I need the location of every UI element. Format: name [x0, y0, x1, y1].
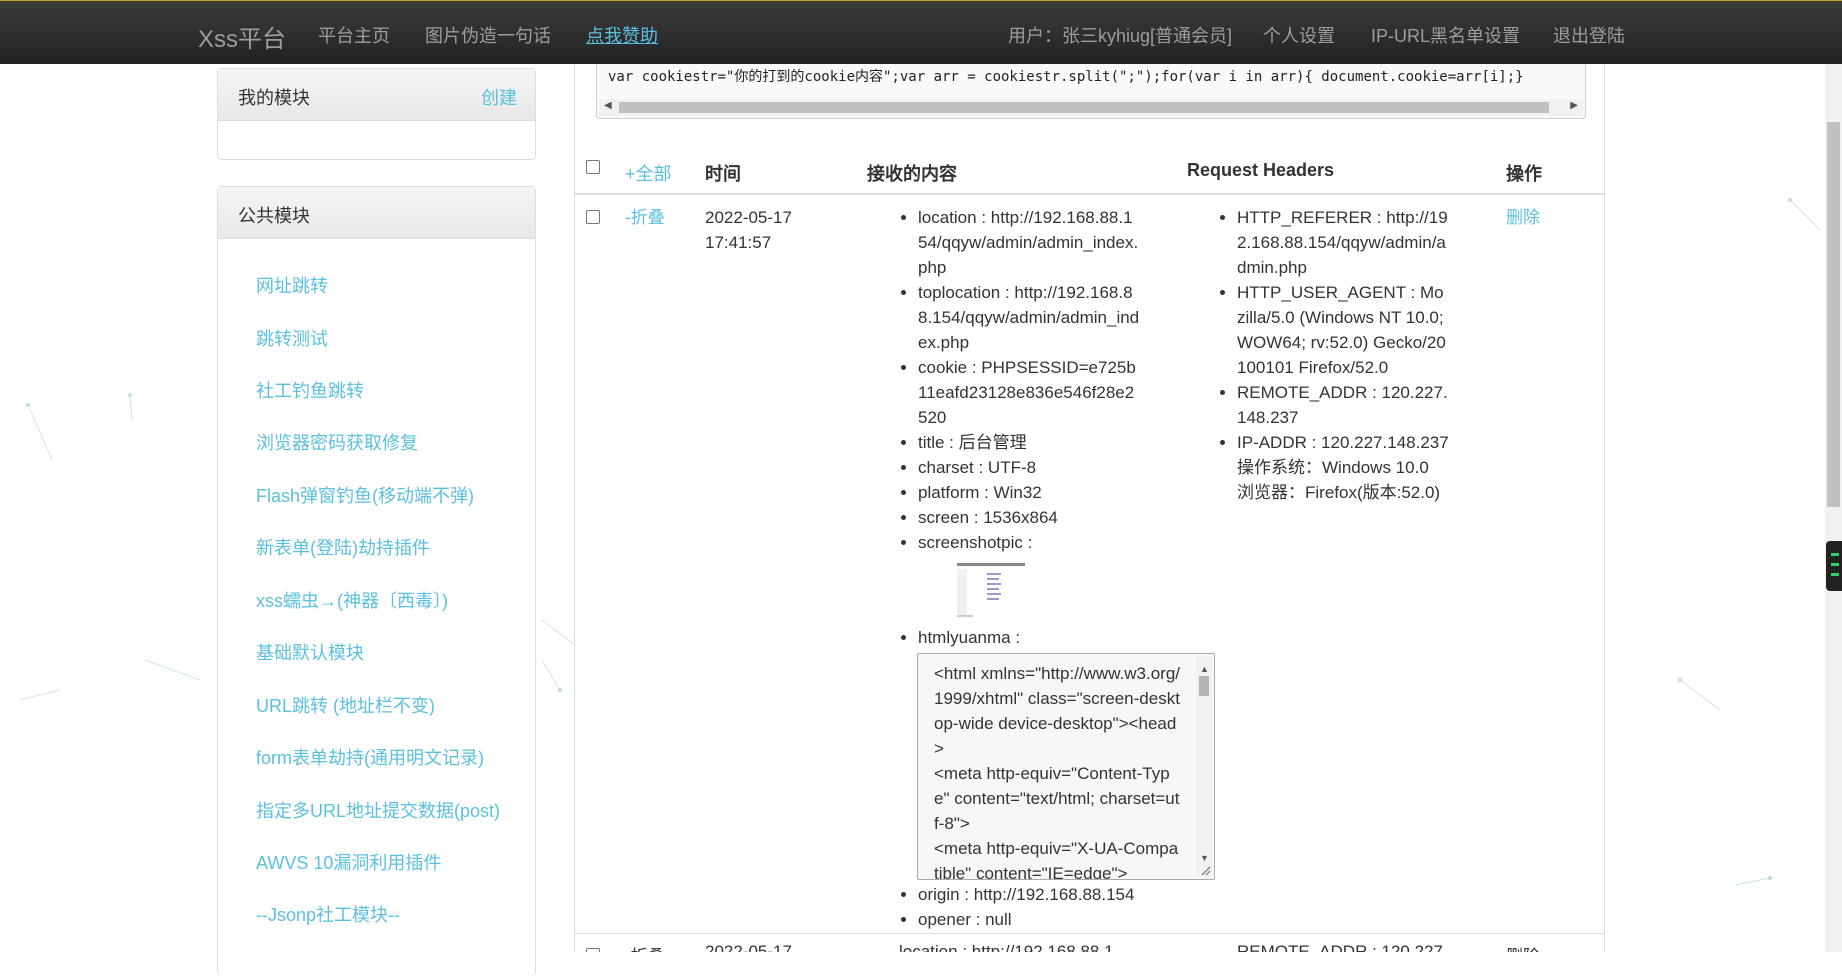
column-header-time: 时间 [705, 164, 741, 184]
content-item: charset : UTF-8 [918, 455, 1141, 480]
module-link[interactable]: Flash弹窗钓鱼(移动端不弹) [256, 482, 474, 508]
received-content-list-continued: htmlyuanma : <html xmlns="http://www.w3.… [899, 625, 1215, 932]
received-content-list: location : http://192.168.88.154/qqyw/ad… [899, 205, 1141, 555]
nav-logout-link[interactable]: 退出登陆 [1553, 22, 1625, 48]
public-modules-panel: 公共模块 网址跳转 跳转测试 社工钓鱼跳转 浏览器密码获取修复 Flash弹窗钓… [217, 186, 536, 976]
nav-sponsor-link[interactable]: 点我赞助 [586, 22, 658, 48]
main-content: var cookiestr="你的打到的cookie内容";var arr = … [574, 64, 1605, 952]
module-link[interactable]: 社工钓鱼跳转 [256, 377, 364, 403]
request-headers-cell: HTTP_REFERER : http://192.168.88.154/qqy… [1218, 205, 1450, 505]
row-divider [575, 933, 1604, 934]
content-item: opener : null [918, 907, 1141, 932]
create-module-link[interactable]: 创建 [481, 84, 517, 110]
content-item: location : http://192.168.88.1 [899, 942, 1114, 952]
public-modules-title: 公共模块 [238, 206, 310, 226]
column-header-request-headers: Request Headers [1187, 160, 1335, 180]
module-link[interactable]: --Jsonp社工模块-- [256, 901, 400, 927]
delete-link[interactable]: 删除 [1506, 205, 1540, 230]
select-all-checkbox[interactable] [586, 160, 600, 174]
module-link[interactable]: 跳转测试 [256, 325, 328, 351]
request-headers-list: HTTP_REFERER : http://192.168.88.154/qqy… [1218, 205, 1450, 505]
header-item: IP-ADDR : 120.227.148.237 操作系统：Windows 1… [1237, 430, 1450, 505]
row-checkbox[interactable] [586, 948, 600, 952]
content-item: title : 后台管理 [918, 430, 1141, 455]
code-horizontal-scrollbar[interactable]: ◀ ▶ [599, 99, 1583, 116]
module-link[interactable]: 网址跳转 [256, 272, 328, 298]
column-header-actions: 操作 [1506, 164, 1542, 184]
public-modules-header: 公共模块 [218, 187, 535, 239]
module-link[interactable]: 指定多URL地址提交数据(post) [256, 797, 500, 823]
content-item: screen : 1536x864 [918, 505, 1141, 530]
cookie-code-text: var cookiestr="你的打到的cookie内容";var arr = … [608, 69, 1524, 85]
module-link[interactable]: xss蠕虫→(神器〔西毒〕) [256, 587, 448, 613]
page-vertical-scrollbar[interactable] [1825, 64, 1842, 952]
scrollbar-thumb[interactable] [1827, 122, 1840, 507]
my-modules-title: 我的模块 [238, 88, 310, 108]
expand-all-link[interactable]: +全部 [625, 160, 672, 186]
my-modules-header: 我的模块 创建 [218, 69, 535, 121]
nav-user-info[interactable]: 用户：张三kyhiug[普通会员] [1008, 22, 1232, 48]
top-navbar: Xss平台 平台主页 图片伪造一句话 点我赞助 用户：张三kyhiug[普通会员… [0, 0, 1842, 64]
scroll-left-icon[interactable]: ◀ [604, 100, 612, 111]
content-item: location : http://192.168.88.154/qqyw/ad… [918, 205, 1141, 280]
os-info: 操作系统：Windows 10.0 [1237, 458, 1429, 477]
content-item: origin : http://192.168.88.154 [918, 882, 1141, 907]
content-item: htmlyuanma : <html xmlns="http://www.w3.… [917, 625, 1215, 880]
html-source-textarea[interactable]: <html xmlns="http://www.w3.org/1999/xhtm… [917, 653, 1215, 880]
content-item: cookie : PHPSESSID=e725b11eafd23128e836e… [918, 355, 1141, 430]
content-item: toplocation : http://192.168.88.154/qqyw… [918, 280, 1141, 355]
screenshot-image-icon [955, 561, 1027, 619]
header-item: REMOTE_ADDR : 120.227 [1237, 942, 1443, 952]
browser-info: 浏览器：Firefox(版本:52.0) [1237, 483, 1441, 502]
scrollbar-thumb[interactable] [1199, 676, 1209, 696]
module-link[interactable]: AWVS 10漏洞利用插件 [256, 849, 441, 875]
header-item: REMOTE_ADDR : 120.227.148.237 [1237, 380, 1450, 430]
column-header-content: 接收的内容 [867, 164, 957, 184]
resize-handle-icon[interactable] [1201, 866, 1211, 876]
fold-toggle-link[interactable]: -折叠 [625, 205, 665, 230]
header-item: HTTP_REFERER : http://192.168.88.154/qqy… [1237, 205, 1450, 280]
module-link[interactable]: 浏览器密码获取修复 [256, 429, 418, 455]
module-link[interactable]: URL跳转 (地址栏不变) [256, 692, 435, 718]
content-item: platform : Win32 [918, 480, 1141, 505]
brand-logo[interactable]: Xss平台 [198, 19, 286, 54]
delete-link[interactable]: 删除 [1506, 942, 1540, 952]
side-widget-icon[interactable] [1826, 541, 1842, 591]
fold-toggle-link[interactable]: -折叠 [625, 942, 665, 952]
screenshot-thumbnail[interactable] [955, 561, 1027, 619]
received-content-cell: location : http://192.168.88.154/qqyw/ad… [899, 205, 1215, 932]
nav-home-link[interactable]: 平台主页 [318, 22, 390, 48]
nav-image-forge-link[interactable]: 图片伪造一句话 [425, 22, 551, 48]
html-source-text: <html xmlns="http://www.w3.org/1999/xhtm… [934, 664, 1181, 880]
ip-addr: IP-ADDR : 120.227.148.237 [1237, 433, 1449, 452]
nav-settings-link[interactable]: 个人设置 [1263, 22, 1335, 48]
nav-blacklist-link[interactable]: IP-URL黑名单设置 [1371, 22, 1520, 48]
row-checkbox[interactable] [586, 210, 600, 224]
module-link[interactable]: form表单劫持(通用明文记录) [256, 744, 484, 770]
header-divider [575, 193, 1604, 195]
module-link[interactable]: 新表单(登陆)劫持插件 [256, 534, 430, 560]
row-time: 2022-05-17 [705, 942, 792, 952]
my-modules-panel: 我的模块 创建 [217, 68, 536, 160]
module-link[interactable]: 基础默认模块 [256, 639, 364, 665]
scrollbar-thumb[interactable] [619, 102, 1549, 113]
content-item: screenshotpic : [918, 530, 1141, 555]
source-vertical-scrollbar[interactable]: ▲ ▼ [1196, 656, 1212, 877]
htmlyuanma-label: htmlyuanma : [918, 628, 1021, 647]
scroll-right-icon[interactable]: ▶ [1570, 100, 1578, 111]
header-item: HTTP_USER_AGENT : Mozilla/5.0 (Windows N… [1237, 280, 1450, 380]
cookie-code-box[interactable]: var cookiestr="你的打到的cookie内容";var arr = … [596, 64, 1586, 119]
row-time: 2022-05-17 17:41:57 [705, 208, 792, 252]
